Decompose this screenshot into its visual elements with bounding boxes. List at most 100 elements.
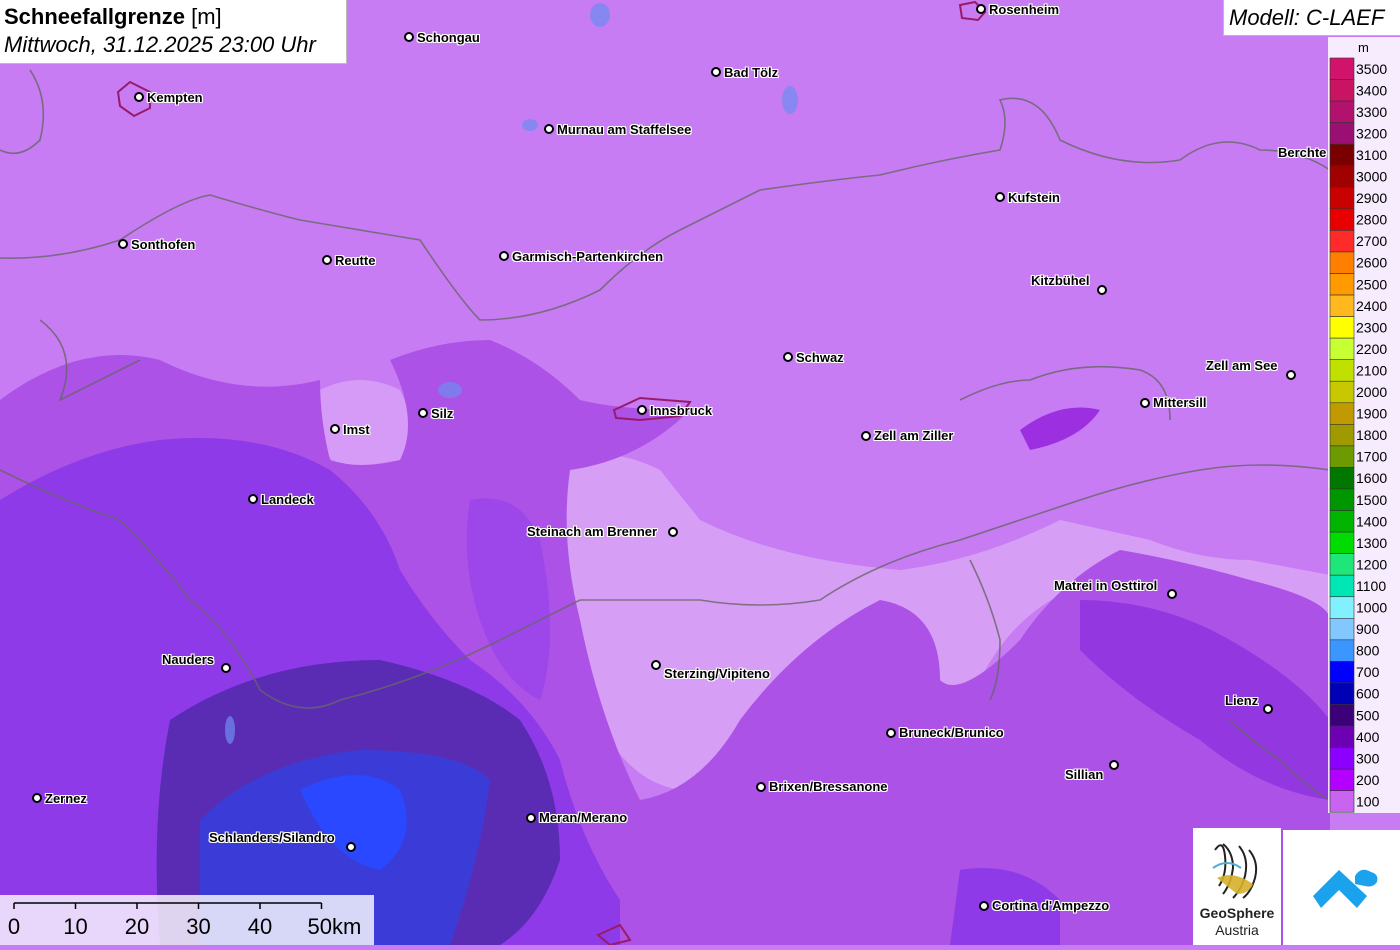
city-label: Rosenheim: [989, 2, 1060, 17]
city-label: Lienz: [1225, 693, 1259, 708]
city-label: Reutte: [335, 253, 376, 268]
color-legend: m 3500 3400 3300 3200 3100 3000 2900 2800 2700 26…: [1328, 37, 1400, 813]
legend-label: 2600: [1356, 255, 1387, 271]
model-box: Modell: C-LAEF: [1223, 0, 1400, 36]
city-marker: [118, 239, 128, 249]
city-marker: [976, 4, 986, 14]
scale-label: 40: [248, 914, 272, 939]
legend-swatch: [1329, 596, 1355, 619]
legend-label: 1200: [1356, 556, 1387, 572]
city-marker: [32, 793, 42, 803]
legend-label: 3100: [1356, 147, 1387, 163]
city-label: Imst: [343, 422, 370, 437]
city-label: Berchte: [1278, 145, 1327, 160]
legend-swatch: [1329, 639, 1355, 662]
city-marker: [1263, 704, 1273, 714]
title-box: Schneefallgrenze [m] Mittwoch, 31.12.202…: [0, 0, 347, 64]
geosphere-logo: GeoSphere Austria: [1193, 828, 1281, 945]
city-marker: [995, 192, 1005, 202]
map-title-unit: [m]: [191, 4, 222, 29]
legend-label: 1100: [1356, 578, 1386, 594]
city-label: Meran/Merano: [539, 810, 628, 825]
legend-swatch: [1329, 122, 1355, 145]
city-label: Zernez: [45, 791, 87, 806]
legend-swatch: [1329, 704, 1355, 727]
legend-label: 1000: [1356, 600, 1387, 616]
city-marker: [544, 124, 554, 134]
legend-label: 100: [1356, 793, 1380, 809]
legend-swatch: [1329, 531, 1355, 554]
city-marker: [711, 67, 721, 77]
legend-swatch: [1329, 682, 1355, 705]
legend-swatch: [1329, 187, 1355, 210]
scale-label: 30: [186, 914, 210, 939]
city-marker: [1140, 398, 1150, 408]
legend-swatch: [1329, 380, 1355, 404]
legend-label: 1400: [1356, 513, 1387, 529]
legend-label: 3500: [1356, 61, 1387, 77]
city-label: Kempten: [147, 90, 203, 105]
legend-swatch: [1329, 747, 1355, 770]
city-label: Zell am See: [1206, 358, 1278, 373]
legend-swatch: [1329, 467, 1355, 490]
legend-swatch: [1329, 57, 1355, 80]
legend-label: 600: [1356, 686, 1380, 702]
city-label: Matrei in Osttirol: [1054, 578, 1158, 593]
city-marker: [1109, 760, 1119, 770]
city-marker: [526, 813, 536, 823]
legend-label: 2300: [1356, 319, 1387, 335]
legend-swatch: [1329, 316, 1355, 339]
legend-swatch: [1329, 273, 1355, 296]
legend-label: 1900: [1356, 406, 1387, 422]
legend-swatch: [1329, 251, 1355, 274]
city-marker: [330, 424, 340, 434]
legend-label: 900: [1356, 621, 1380, 637]
scale-label: 10: [63, 914, 87, 939]
model-label: Modell: C-LAEF: [1229, 5, 1385, 30]
legend-label: 2100: [1356, 362, 1387, 378]
scale-label: 0: [8, 914, 20, 939]
city-label: Innsbruck: [650, 403, 713, 418]
legend-swatch: [1329, 424, 1355, 447]
city-label: Schwaz: [796, 350, 844, 365]
city-label: Sonthofen: [131, 237, 196, 252]
legend-label: 3300: [1356, 104, 1387, 120]
brand-logo: [1283, 830, 1400, 945]
snowline-map[interactable]: [0, 0, 1400, 945]
map-title: Schneefallgrenze [m]: [4, 4, 222, 30]
legend-label: 500: [1356, 707, 1380, 723]
legend-swatch: [1329, 661, 1355, 684]
city-label: Sterzing/Vipiteno: [664, 666, 770, 681]
legend-swatch: [1329, 337, 1355, 360]
legend-swatch: [1329, 402, 1355, 425]
legend-swatch: [1329, 79, 1355, 102]
legend-swatch: [1329, 488, 1355, 511]
legend-swatch: [1329, 100, 1355, 123]
city-label: Nauders: [162, 652, 215, 667]
legend-swatch: [1329, 294, 1355, 317]
city-label: Schlanders/Silandro: [209, 830, 335, 845]
scale-label: 20: [125, 914, 149, 939]
city-label: Steinach am Brenner: [527, 524, 658, 539]
legend-swatch: [1329, 574, 1355, 598]
legend-label: 2900: [1356, 190, 1387, 206]
city-marker: [1097, 285, 1107, 295]
city-marker: [499, 251, 509, 261]
legend-label: 700: [1356, 664, 1380, 680]
legend-swatch: [1329, 143, 1355, 167]
geosphere-country: Austria: [1215, 922, 1259, 938]
city-marker: [637, 405, 647, 415]
cloud-mountain-icon: [1313, 869, 1378, 908]
city-marker: [346, 842, 356, 852]
legend-swatch: [1329, 208, 1355, 231]
legend-label: 2000: [1356, 384, 1387, 400]
legend-label: 2200: [1356, 341, 1387, 357]
city-label: Schongau: [417, 30, 480, 45]
legend-swatch: [1329, 790, 1355, 813]
city-marker: [404, 32, 414, 42]
city-marker: [979, 901, 989, 911]
city-label: Landeck: [261, 492, 314, 507]
scale-bar: 0 10 20 30 40 50km: [0, 895, 374, 945]
legend-swatch: [1329, 445, 1355, 468]
legend-label: 2800: [1356, 212, 1387, 228]
